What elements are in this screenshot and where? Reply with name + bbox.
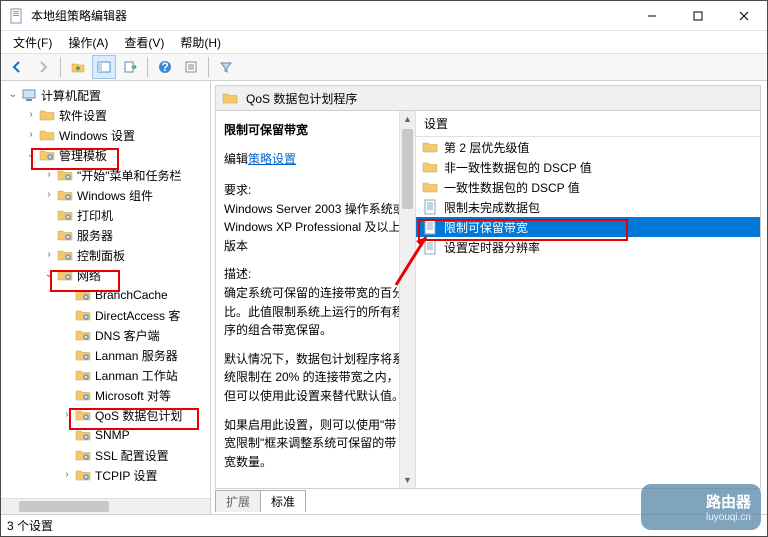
tree-label: QoS 数据包计划 [95, 407, 182, 424]
content-header-text: QoS 数据包计划程序 [246, 90, 357, 107]
policy-title: 限制可保留带宽 [224, 121, 405, 138]
close-button[interactable] [721, 1, 767, 31]
tree-label: TCPIP 设置 [95, 467, 157, 484]
tree-label: Microsoft 对等 [95, 387, 171, 404]
tree-label: Windows 设置 [59, 127, 135, 144]
tree-hscroll[interactable] [1, 498, 210, 514]
window-controls [629, 1, 767, 31]
tree-item[interactable]: ›软件设置 [1, 105, 210, 125]
help-button[interactable]: ? [153, 55, 177, 79]
tree-item[interactable]: ›"开始"菜单和任务栏 [1, 165, 210, 185]
tree-label: DNS 客户端 [95, 327, 160, 344]
tree-item[interactable]: ·服务器 [1, 225, 210, 245]
tree-item[interactable]: ⌄管理模板 [1, 145, 210, 165]
setting-label: 设置定时器分辨率 [444, 239, 540, 256]
toolbar: ? [1, 53, 767, 81]
tree-label: Windows 组件 [77, 187, 153, 204]
menu-view[interactable]: 查看(V) [118, 32, 170, 53]
detail-vscroll[interactable]: ▲▼ [399, 111, 415, 488]
svg-text:?: ? [161, 60, 168, 74]
setting-label: 一致性数据包的 DSCP 值 [444, 179, 580, 196]
tree-label: DirectAccess 客 [95, 307, 180, 324]
tree-item[interactable]: ⌄网络 [1, 265, 210, 285]
tree-label: 软件设置 [59, 107, 107, 124]
tab-extend[interactable]: 扩展 [215, 490, 261, 512]
statusbar: 3 个设置 [1, 514, 767, 536]
tree-label: "开始"菜单和任务栏 [77, 167, 182, 184]
menubar: 文件(F) 操作(A) 查看(V) 帮助(H) [1, 31, 767, 53]
tree-item[interactable]: ·Lanman 工作站 [1, 365, 210, 385]
tree-label: SSL 配置设置 [95, 447, 169, 464]
content-header: QoS 数据包计划程序 [215, 85, 761, 111]
tree-label: BranchCache [95, 288, 168, 302]
tree-pane[interactable]: ⌄计算机配置›软件设置›Windows 设置⌄管理模板›"开始"菜单和任务栏›W… [1, 81, 211, 514]
setting-row[interactable]: 一致性数据包的 DSCP 值 [416, 177, 760, 197]
setting-label: 非一致性数据包的 DSCP 值 [444, 159, 592, 176]
tree-label: Lanman 工作站 [95, 367, 178, 384]
tree-item[interactable]: ›Windows 设置 [1, 125, 210, 145]
setting-row[interactable]: 第 2 层优先级值 [416, 137, 760, 157]
tab-standard[interactable]: 标准 [260, 490, 306, 512]
filter-button[interactable] [214, 55, 238, 79]
menu-help[interactable]: 帮助(H) [174, 32, 227, 53]
tree-label: SNMP [95, 428, 130, 442]
tree-item[interactable]: ·Lanman 服务器 [1, 345, 210, 365]
show-hide-tree-button[interactable] [92, 55, 116, 79]
setting-row[interactable]: 非一致性数据包的 DSCP 值 [416, 157, 760, 177]
tree-item[interactable]: ·DirectAccess 客 [1, 305, 210, 325]
forward-button[interactable] [31, 55, 55, 79]
status-text: 3 个设置 [7, 517, 53, 534]
setting-row[interactable]: 限制未完成数据包 [416, 197, 760, 217]
setting-label: 第 2 层优先级值 [444, 139, 529, 156]
tree-label: 控制面板 [77, 247, 125, 264]
tree-item[interactable]: ·打印机 [1, 205, 210, 225]
tree-item[interactable]: ›Windows 组件 [1, 185, 210, 205]
tree-label: 网络 [77, 267, 101, 284]
app-icon [9, 8, 25, 24]
tree-item[interactable]: ⌄计算机配置 [1, 85, 210, 105]
tree-item[interactable]: ·DNS 客户端 [1, 325, 210, 345]
tree-item[interactable]: ›TCPIP 设置 [1, 465, 210, 485]
properties-button[interactable] [179, 55, 203, 79]
tree-label: Lanman 服务器 [95, 347, 178, 364]
setting-label: 限制未完成数据包 [444, 199, 540, 216]
titlebar: 本地组策略编辑器 [1, 1, 767, 31]
tree-item[interactable]: ›QoS 数据包计划 [1, 405, 210, 425]
tree-item[interactable]: ·BranchCache [1, 285, 210, 305]
tree-item[interactable]: ·SSL 配置设置 [1, 445, 210, 465]
setting-label: 限制可保留带宽 [444, 219, 528, 236]
up-button[interactable] [66, 55, 90, 79]
detail-column: 限制可保留带宽 编辑策略设置 要求:Windows Server 2003 操作… [216, 111, 416, 488]
tree-item[interactable]: ·SNMP [1, 425, 210, 445]
folder-icon [222, 90, 238, 106]
setting-row[interactable]: 设置定时器分辨率 [416, 237, 760, 257]
minimize-button[interactable] [629, 1, 675, 31]
back-button[interactable] [5, 55, 29, 79]
export-button[interactable] [118, 55, 142, 79]
window-title: 本地组策略编辑器 [31, 7, 629, 24]
menu-file[interactable]: 文件(F) [7, 32, 58, 53]
edit-policy-link[interactable]: 策略设置 [248, 152, 296, 166]
tree-item[interactable]: ›控制面板 [1, 245, 210, 265]
tree-label: 打印机 [77, 207, 113, 224]
tree-item[interactable]: ·Microsoft 对等 [1, 385, 210, 405]
menu-action[interactable]: 操作(A) [62, 32, 114, 53]
tabs: 扩展 标准 [215, 488, 761, 512]
settings-list[interactable]: 第 2 层优先级值非一致性数据包的 DSCP 值一致性数据包的 DSCP 值限制… [416, 137, 760, 488]
setting-row[interactable]: 限制可保留带宽 [416, 217, 760, 237]
tree-label: 服务器 [77, 227, 113, 244]
maximize-button[interactable] [675, 1, 721, 31]
tree-label: 计算机配置 [41, 87, 101, 104]
settings-header[interactable]: 设置 [416, 111, 760, 137]
tree-label: 管理模板 [59, 147, 107, 164]
